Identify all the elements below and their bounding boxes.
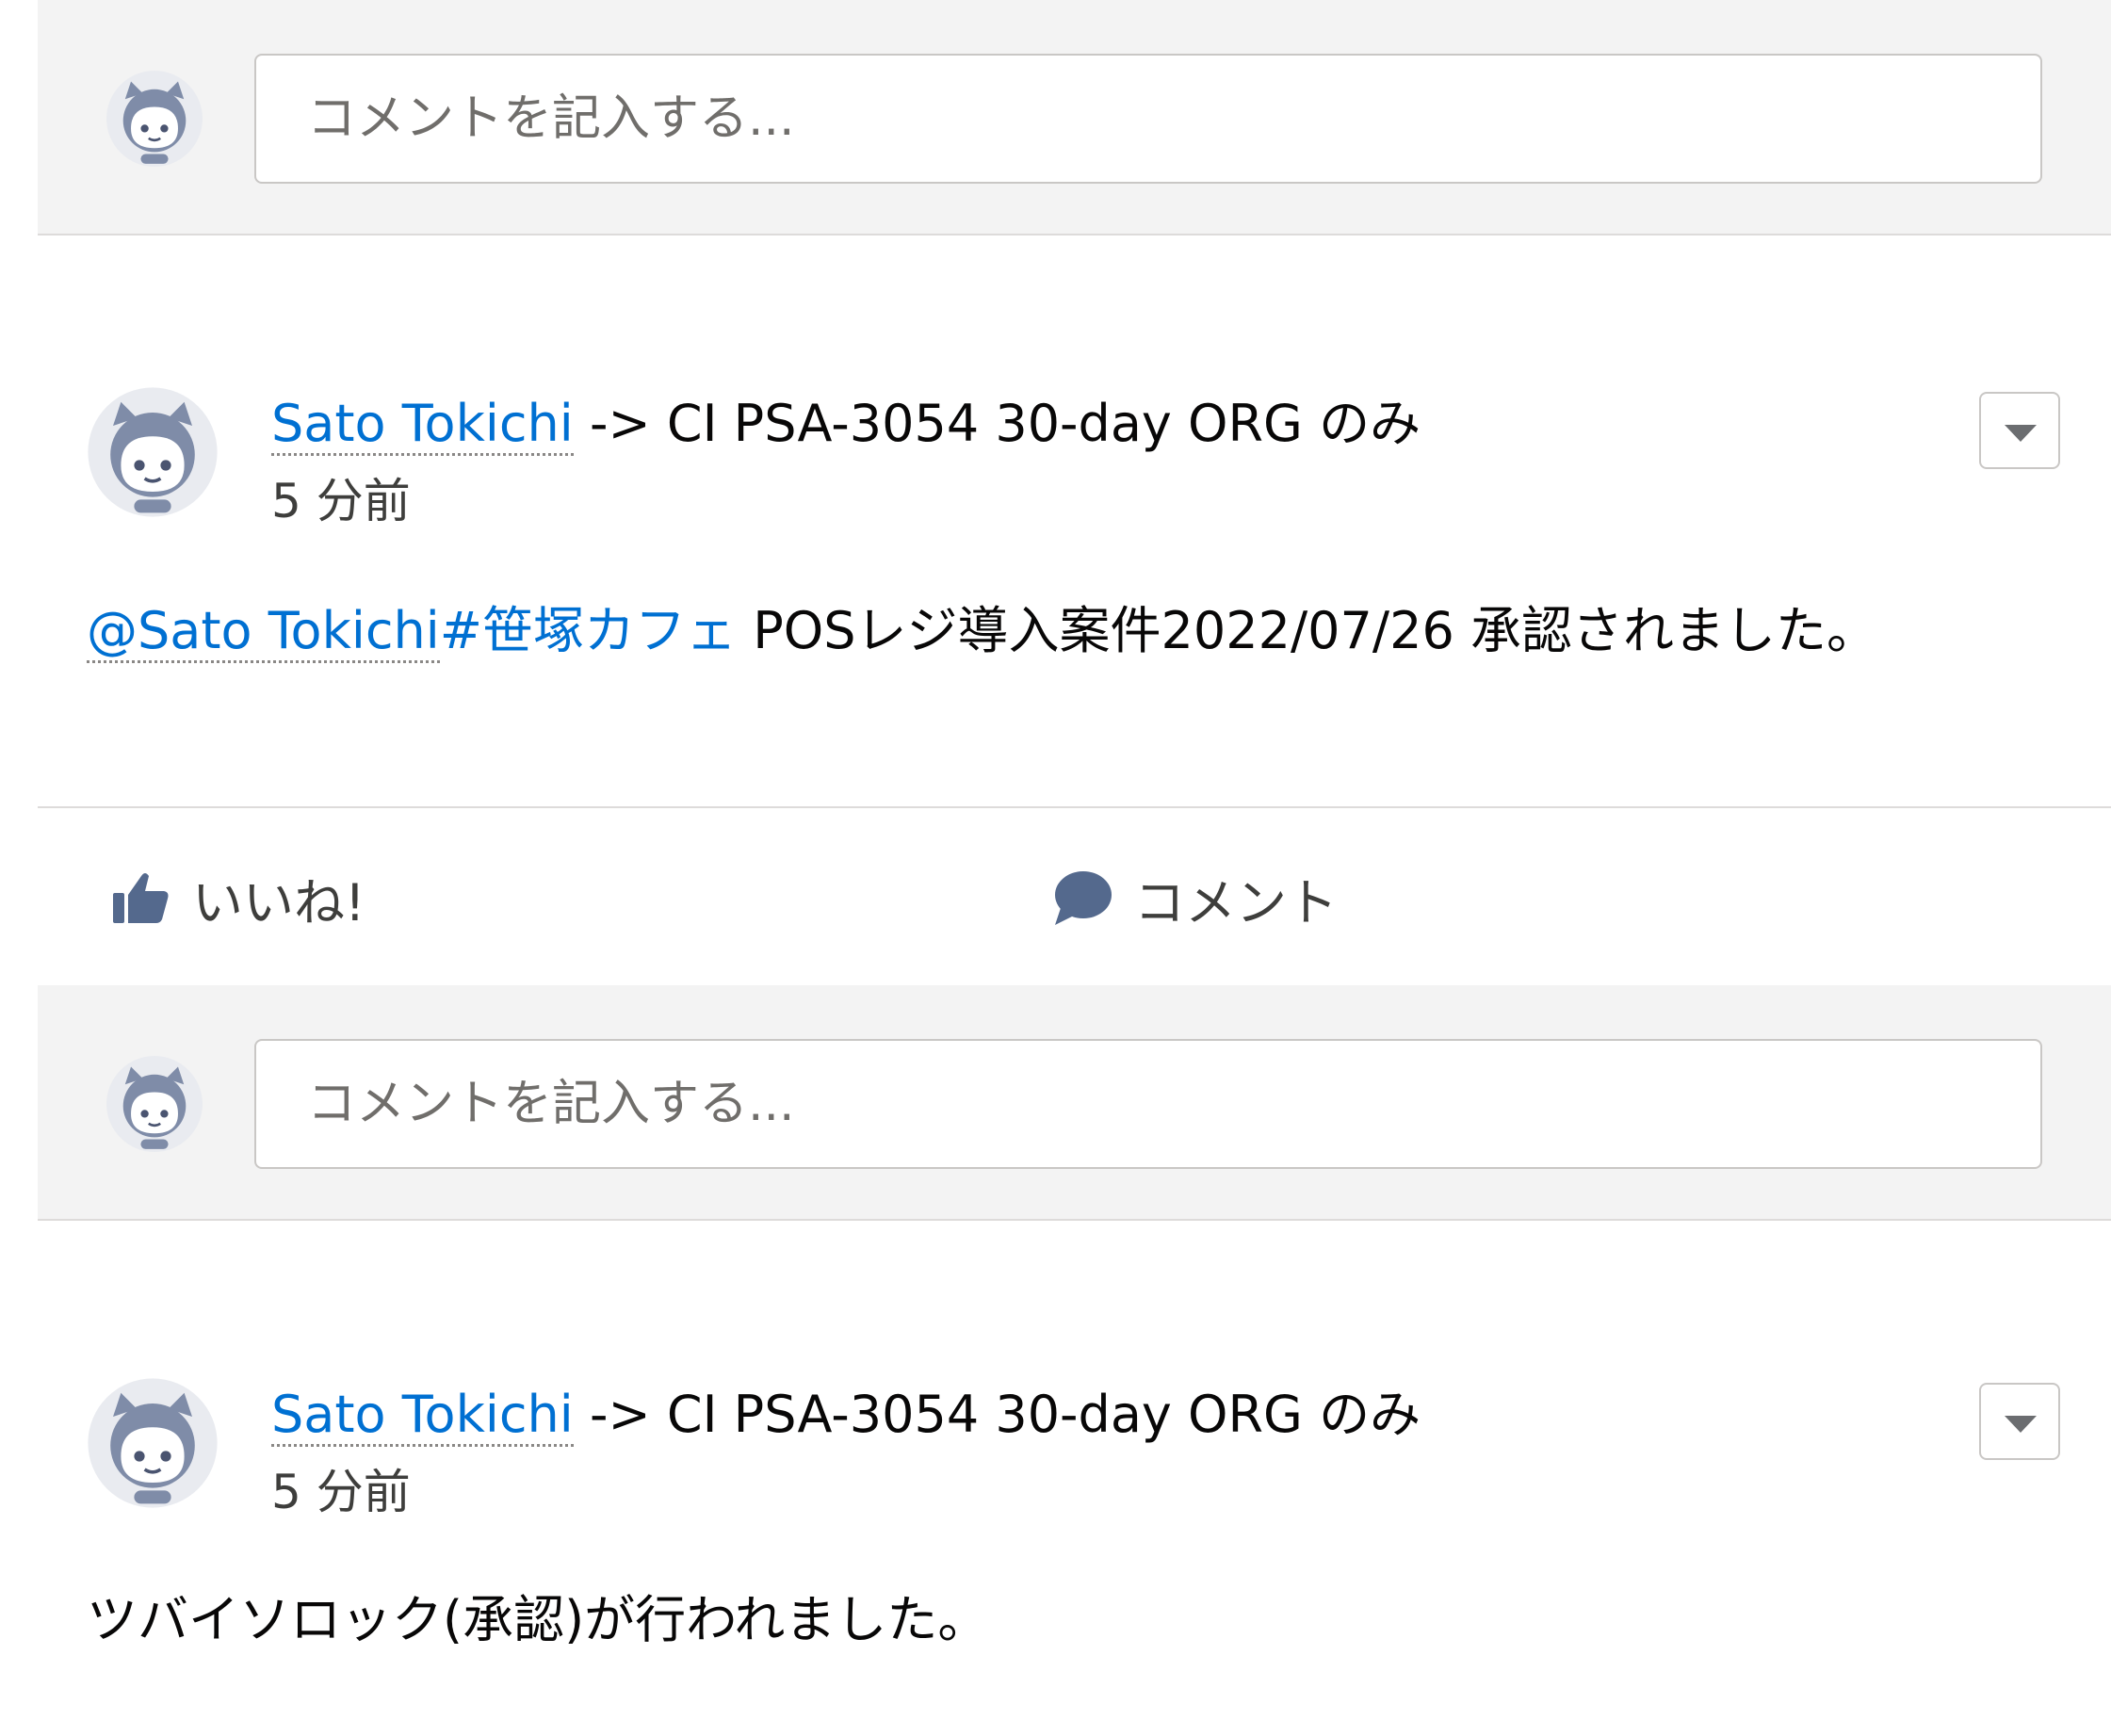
post-target: CI PSA-3054 30-day ORG のみ bbox=[666, 394, 1421, 453]
post-arrow: -> bbox=[589, 1385, 651, 1444]
post-timestamp[interactable]: 5 分前 bbox=[271, 473, 411, 529]
post-body: @Sato Tokichi#笹塚カフェ POSレジ導入案件2022/07/26 … bbox=[87, 593, 1877, 669]
post-menu-button[interactable] bbox=[1979, 392, 2060, 469]
post-header: Sato Tokichi -> CI PSA-3054 30-day ORG の… bbox=[271, 1377, 1421, 1452]
comment-composer bbox=[38, 0, 2111, 235]
comment-input[interactable] bbox=[254, 1039, 2042, 1169]
user-avatar-icon[interactable] bbox=[87, 386, 219, 518]
post-menu-button[interactable] bbox=[1979, 1383, 2060, 1460]
post-actions: いいね! コメント bbox=[38, 806, 2111, 985]
post-text: ツバイソロック(承認)が行われました。 bbox=[87, 1590, 989, 1649]
comment-button[interactable]: コメント bbox=[1051, 855, 1338, 940]
comment-composer bbox=[38, 985, 2111, 1221]
like-label: いいね! bbox=[192, 872, 365, 933]
comment-input[interactable] bbox=[254, 54, 2042, 184]
comment-label: コメント bbox=[1134, 872, 1338, 933]
speech-bubble-icon bbox=[1051, 867, 1113, 929]
post-arrow: -> bbox=[589, 394, 651, 453]
user-avatar-icon bbox=[106, 70, 203, 168]
chevron-down-icon bbox=[2005, 1416, 2037, 1433]
post-timestamp[interactable]: 5 分前 bbox=[271, 1464, 411, 1520]
chevron-down-icon bbox=[2005, 425, 2037, 442]
hashtag-link[interactable]: #笹塚カフェ bbox=[440, 601, 737, 660]
mention-link[interactable]: @Sato Tokichi bbox=[87, 601, 440, 663]
author-link[interactable]: Sato Tokichi bbox=[271, 1385, 574, 1447]
thumbs-up-icon bbox=[109, 867, 171, 929]
chatter-feed: Sato Tokichi -> CI PSA-3054 30-day ORG の… bbox=[38, 0, 2111, 1736]
user-avatar-icon[interactable] bbox=[87, 1377, 219, 1509]
author-link[interactable]: Sato Tokichi bbox=[271, 394, 574, 456]
user-avatar-icon bbox=[106, 1055, 203, 1153]
post-target: CI PSA-3054 30-day ORG のみ bbox=[666, 1385, 1421, 1444]
like-button[interactable]: いいね! bbox=[109, 855, 365, 940]
post-header: Sato Tokichi -> CI PSA-3054 30-day ORG の… bbox=[271, 386, 1421, 462]
post-text: POSレジ導入案件2022/07/26 承認されました。 bbox=[737, 601, 1877, 660]
post-body: ツバイソロック(承認)が行われました。 bbox=[87, 1582, 988, 1658]
